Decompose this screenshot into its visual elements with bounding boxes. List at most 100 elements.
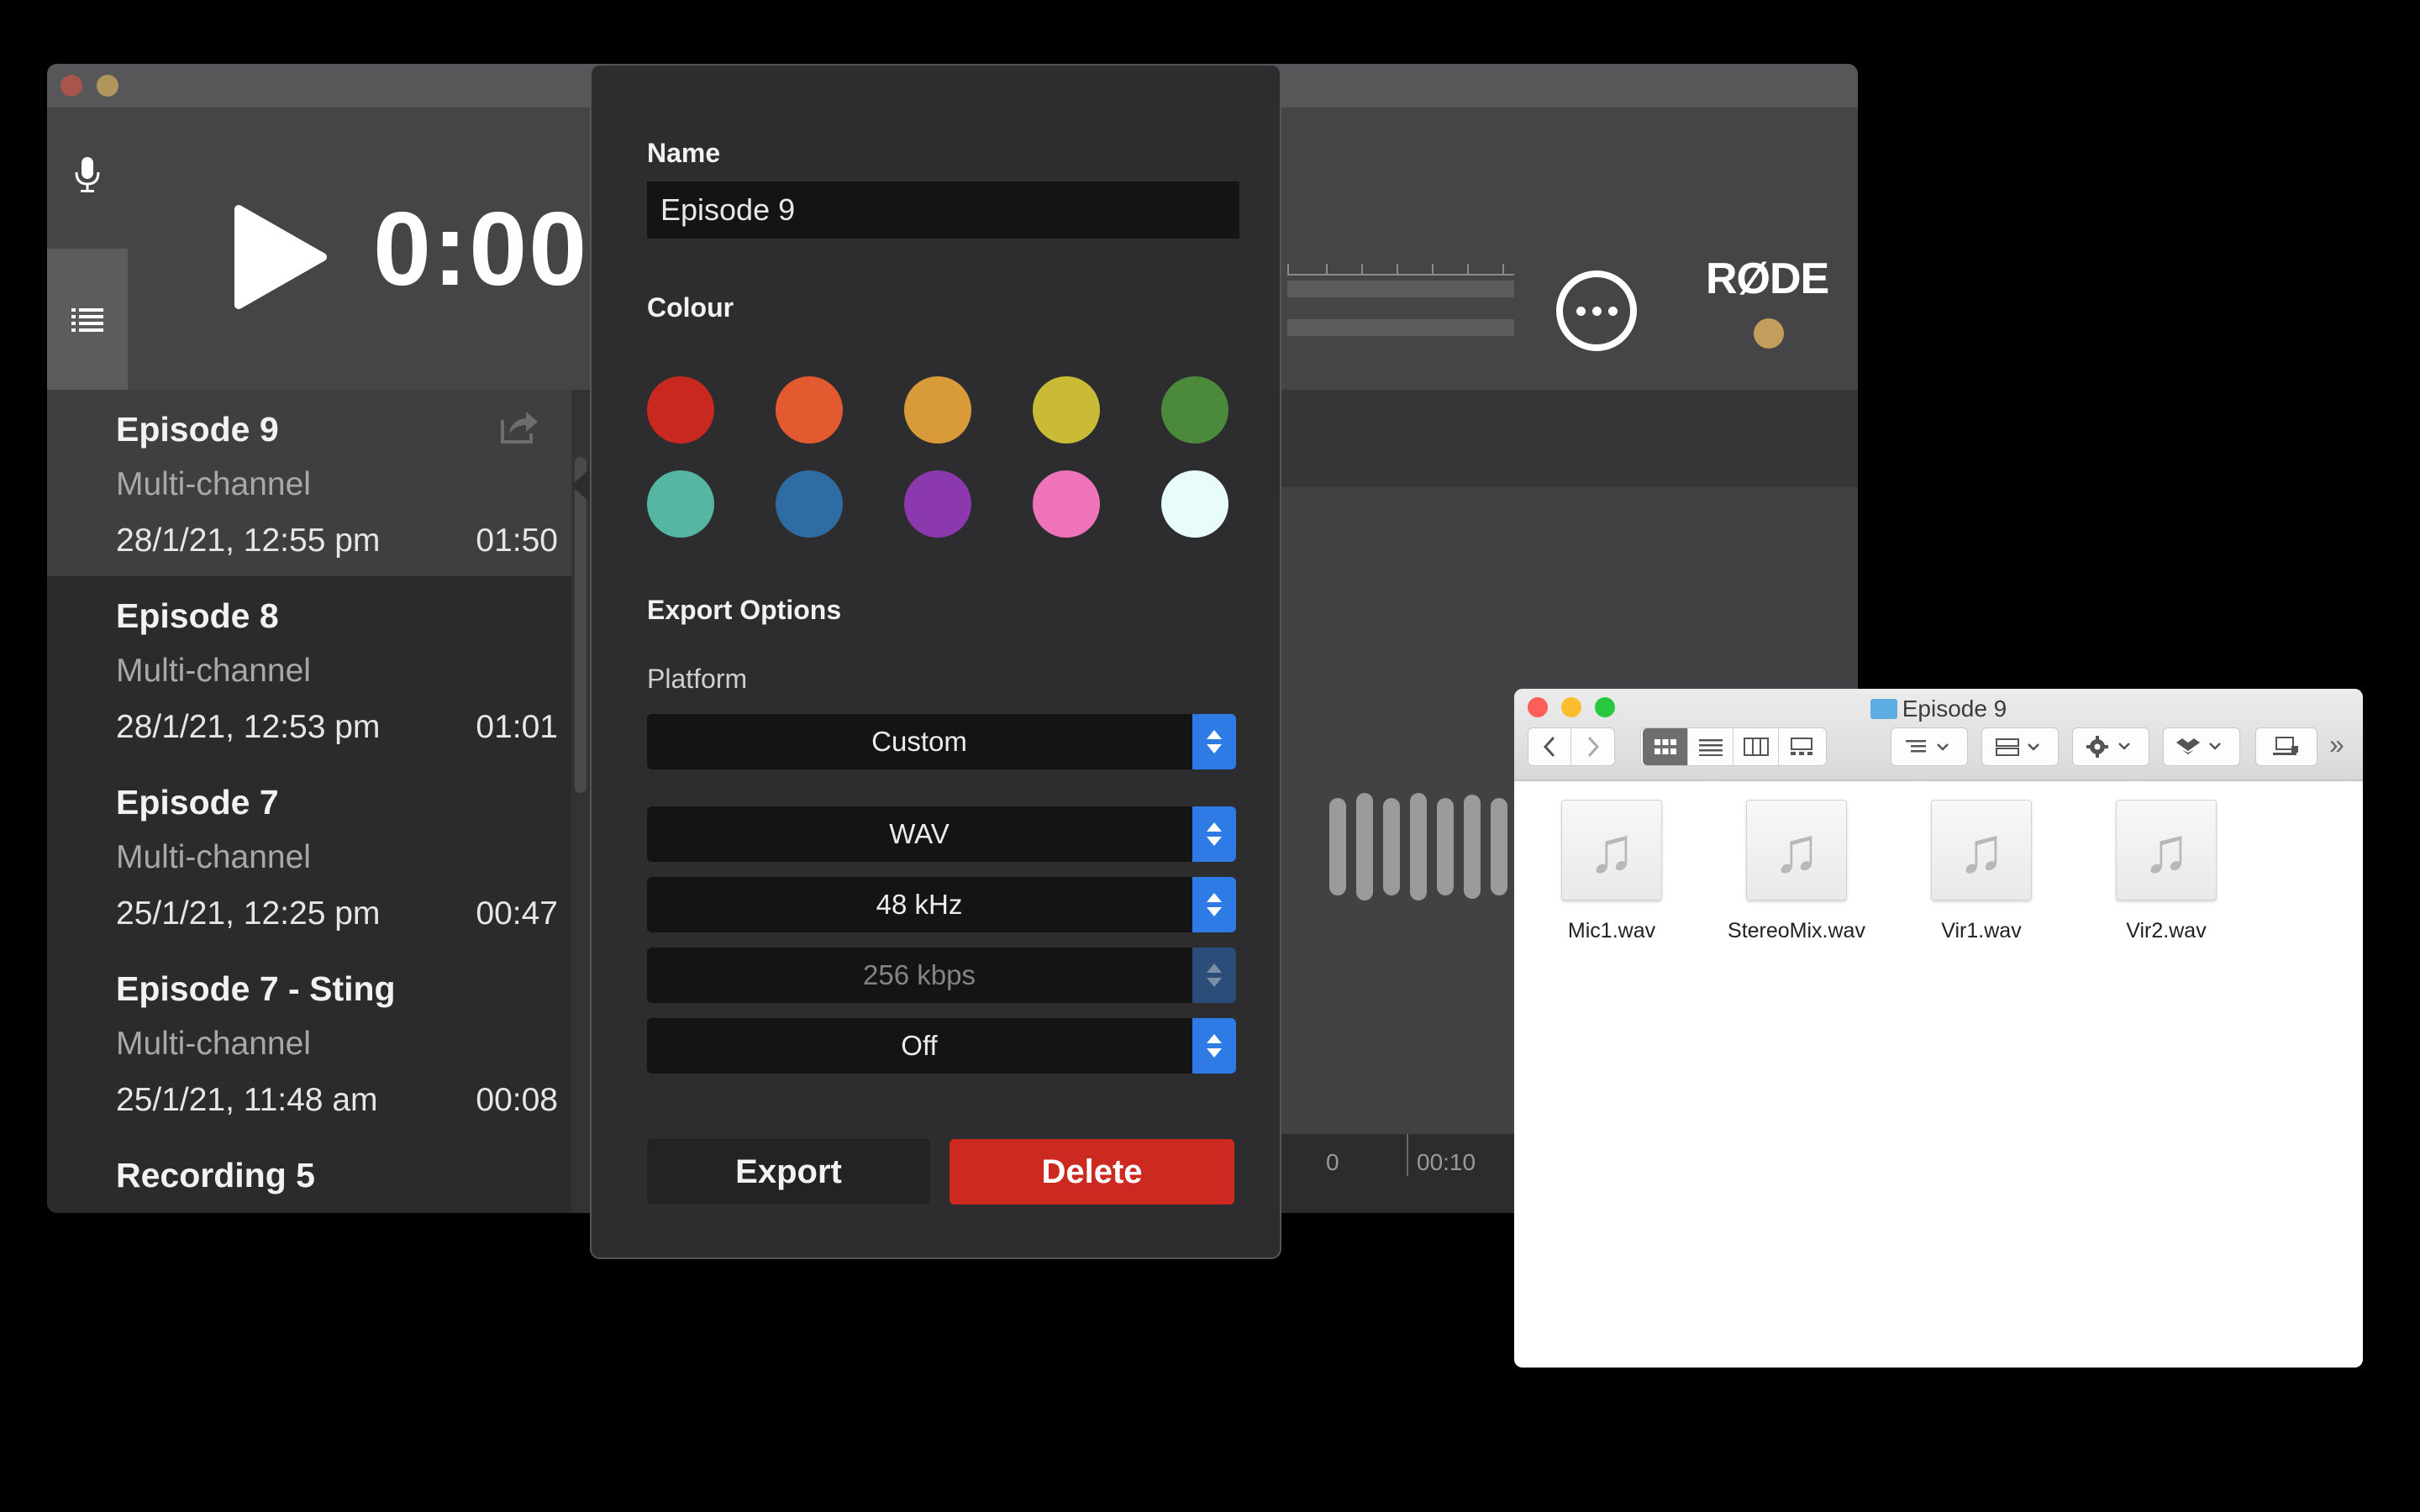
- recording-date: 28/1/21, 12:53 pm: [116, 709, 381, 745]
- waveform-bar: [1356, 793, 1373, 900]
- sample-rate-value: 48 kHz: [876, 889, 963, 920]
- finder-title-text: Episode 9: [1902, 696, 2007, 722]
- share-icon[interactable]: [497, 405, 539, 447]
- recording-item-episode-7-sting[interactable]: Episode 7 - Sting Multi-channel 25/1/21,…: [47, 949, 571, 1136]
- file-item-vir2[interactable]: ♫ Vir2.wav: [2082, 800, 2250, 943]
- close-window-button[interactable]: [60, 75, 82, 97]
- colour-swatch-amber[interactable]: [904, 376, 971, 444]
- stepper-arrows-icon[interactable]: [1192, 714, 1236, 769]
- stepper-arrows-icon: [1192, 948, 1236, 1003]
- export-options-label: Export Options: [647, 595, 842, 625]
- mode-rail: [47, 108, 128, 390]
- format-value: WAV: [889, 818, 950, 849]
- recording-name: Recording 5: [116, 1156, 315, 1194]
- audio-file-icon: ♫: [1746, 800, 1847, 900]
- waveform-bar: [1329, 798, 1346, 895]
- recording-date: 25/1/21, 12:25 pm: [116, 895, 381, 932]
- recording-item-episode-9[interactable]: Episode 9 Multi-channel 28/1/21, 12:55 p…: [47, 390, 571, 576]
- finder-toolbar: Episode 9 »: [1514, 689, 2363, 781]
- connect-server-button[interactable]: [2255, 727, 2317, 766]
- group-by-button[interactable]: [1891, 727, 1968, 766]
- file-item-mic1[interactable]: ♫ Mic1.wav: [1528, 800, 1696, 943]
- file-name: Vir1.wav: [1941, 919, 2022, 942]
- minimize-window-button[interactable]: [97, 75, 118, 97]
- column-view-icon: [1743, 738, 1769, 756]
- platform-label: Platform: [647, 664, 748, 694]
- level-meter-right: [1287, 319, 1514, 336]
- icon-view-button[interactable]: [1643, 728, 1688, 765]
- play-button[interactable]: [224, 202, 333, 312]
- recording-duration: 01:50: [476, 522, 558, 559]
- bitrate-select: 256 kbps: [647, 948, 1236, 1003]
- record-mode-button[interactable]: [47, 141, 128, 208]
- recording-item-episode-8[interactable]: Episode 8 Multi-channel 28/1/21, 12:53 p…: [47, 576, 571, 763]
- column-view-button[interactable]: [1733, 728, 1779, 765]
- waveform-bar: [1410, 793, 1427, 900]
- colour-swatch-orange[interactable]: [776, 376, 843, 444]
- file-item-vir1[interactable]: ♫ Vir1.wav: [1897, 800, 2065, 943]
- gallery-view-button[interactable]: [1779, 728, 1824, 765]
- gallery-view-icon: [1791, 738, 1812, 755]
- sample-rate-select[interactable]: 48 kHz: [647, 877, 1236, 932]
- toolbar-overflow-button[interactable]: »: [2329, 729, 2344, 760]
- popover-arrow: [571, 467, 592, 504]
- recording-settings-popover: Name Colour Export Options Platform Cust…: [590, 64, 1281, 1259]
- export-button[interactable]: Export: [647, 1139, 930, 1205]
- colour-swatch-yellow[interactable]: [1033, 376, 1100, 444]
- colour-swatch-purple[interactable]: [904, 470, 971, 538]
- colour-swatch-white[interactable]: [1161, 470, 1228, 538]
- back-button[interactable]: [1528, 728, 1572, 765]
- dropbox-icon: [2176, 738, 2221, 754]
- arrange-button[interactable]: [1981, 727, 2059, 766]
- finder-file-grid: ♫ Mic1.wav ♫ StereoMix.wav ♫ Vir1.wav ♫ …: [1514, 783, 2363, 1368]
- colour-swatch-teal[interactable]: [647, 470, 714, 538]
- colour-swatch-red[interactable]: [647, 376, 714, 444]
- list-view-button[interactable]: [1688, 728, 1733, 765]
- delete-button[interactable]: Delete: [950, 1139, 1234, 1205]
- stepper-arrows-icon[interactable]: [1192, 1018, 1236, 1074]
- colour-swatch-blue[interactable]: [776, 470, 843, 538]
- file-item-stereomix[interactable]: ♫ StereoMix.wav: [1712, 800, 1881, 943]
- computer-icon: [2273, 737, 2298, 755]
- action-menu-button[interactable]: [2072, 727, 2149, 766]
- timeline-label: 00:10: [1417, 1149, 1476, 1175]
- waveform-bar: [1464, 795, 1481, 899]
- colour-swatch-green[interactable]: [1161, 376, 1228, 444]
- group-by-icon: [1906, 740, 1949, 753]
- view-mode-control[interactable]: [1640, 727, 1827, 766]
- recording-name-input[interactable]: [647, 181, 1239, 239]
- folder-icon: [1870, 698, 1897, 719]
- stepper-arrows-icon[interactable]: [1192, 806, 1236, 862]
- audio-file-icon: ♫: [1561, 800, 1662, 900]
- format-select[interactable]: WAV: [647, 806, 1236, 862]
- recording-item-recording-5[interactable]: Recording 5: [47, 1136, 571, 1213]
- timeline-label: 0: [1326, 1149, 1339, 1175]
- level-meter-left: [1287, 281, 1514, 297]
- platform-value: Custom: [871, 726, 967, 757]
- recording-item-episode-7[interactable]: Episode 7 Multi-channel 25/1/21, 12:25 p…: [47, 763, 571, 949]
- file-name: Vir2.wav: [2126, 919, 2207, 942]
- recording-type: Multi-channel: [116, 1026, 311, 1062]
- recording-name: Episode 7 - Sting: [116, 969, 396, 1008]
- stepper-arrows-icon[interactable]: [1192, 877, 1236, 932]
- recording-date: 25/1/21, 11:48 am: [116, 1082, 378, 1118]
- back-forward-control[interactable]: [1528, 727, 1615, 766]
- option-value: Off: [901, 1030, 938, 1061]
- platform-select[interactable]: Custom: [647, 714, 1236, 769]
- more-options-button[interactable]: [1556, 270, 1637, 351]
- forward-button[interactable]: [1571, 728, 1614, 765]
- list-scrollbar[interactable]: [571, 390, 590, 1213]
- timer-display: 0:00: [373, 192, 589, 307]
- option-select[interactable]: Off: [647, 1018, 1236, 1074]
- scroll-thumb[interactable]: [575, 457, 587, 793]
- audio-file-icon: ♫: [1931, 800, 2032, 900]
- dropbox-button[interactable]: [2163, 727, 2240, 766]
- recording-duration: 00:47: [476, 895, 558, 932]
- recording-duration: 00:08: [476, 1082, 558, 1118]
- recording-name: Episode 8: [116, 596, 279, 635]
- recordings-list-button[interactable]: [47, 249, 128, 390]
- colour-swatch-pink[interactable]: [1033, 470, 1100, 538]
- bitrate-value: 256 kbps: [863, 959, 976, 990]
- recording-type: Multi-channel: [116, 653, 311, 689]
- waveform-bar: [1437, 798, 1454, 895]
